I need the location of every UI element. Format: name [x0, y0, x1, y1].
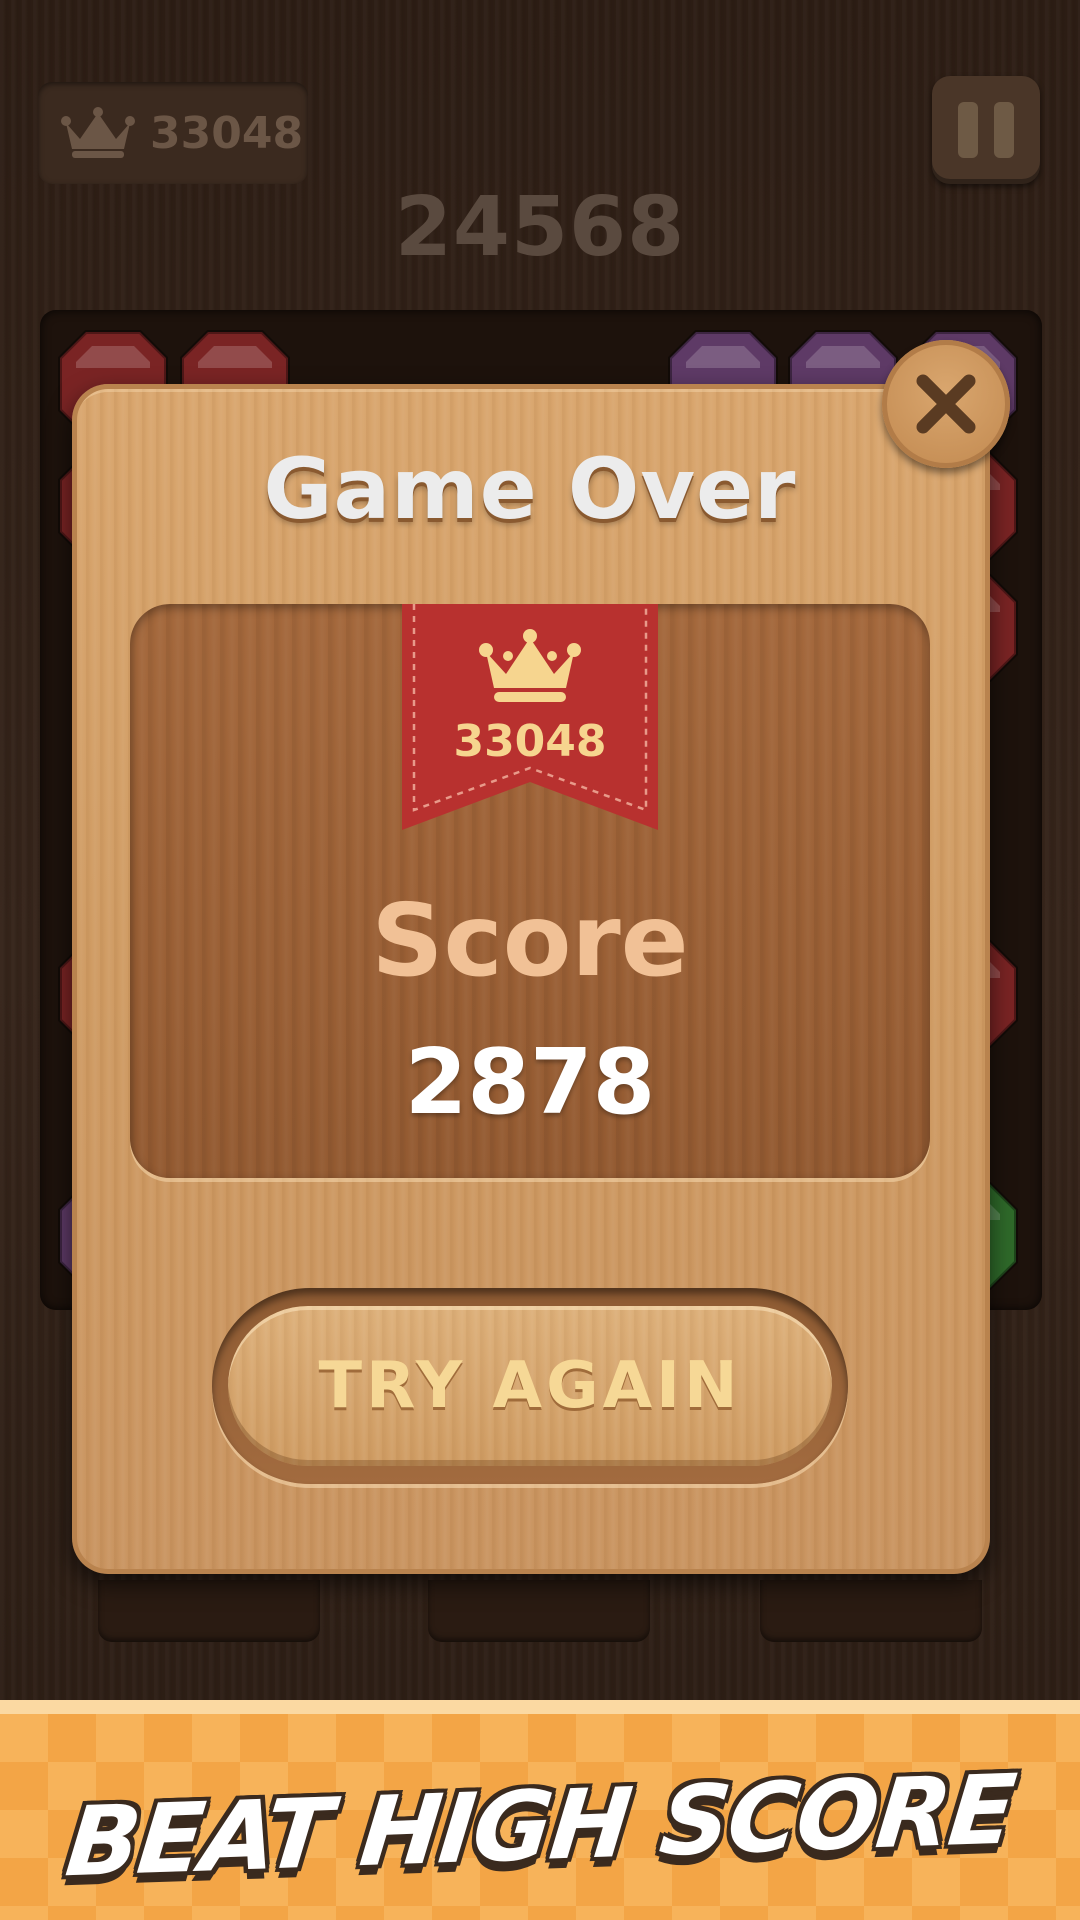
best-score-value: 33048 [150, 107, 304, 159]
dialog-title: Game Over [263, 440, 797, 538]
close-icon [916, 374, 976, 434]
best-score-box: 33048 [38, 82, 308, 184]
crown-icon [479, 629, 581, 702]
best-score-ribbon: 33048 [402, 604, 658, 840]
try-again-button-face[interactable]: TRY AGAIN [228, 1306, 832, 1466]
try-again-button[interactable]: TRY AGAIN [212, 1288, 848, 1484]
close-button[interactable] [882, 340, 1010, 468]
pause-icon [958, 102, 978, 158]
piece-tray-3[interactable] [760, 1580, 982, 1642]
current-score: 24568 [394, 180, 686, 275]
score-value: 2878 [404, 1030, 656, 1135]
best-score-badge-value: 33048 [453, 716, 607, 767]
score-label: Score [371, 882, 689, 999]
try-again-label: TRY AGAIN [318, 1349, 742, 1423]
crown-icon [61, 107, 135, 158]
pause-button[interactable] [932, 76, 1040, 184]
piece-tray-1[interactable] [98, 1580, 320, 1642]
piece-tray-2[interactable] [428, 1580, 650, 1642]
